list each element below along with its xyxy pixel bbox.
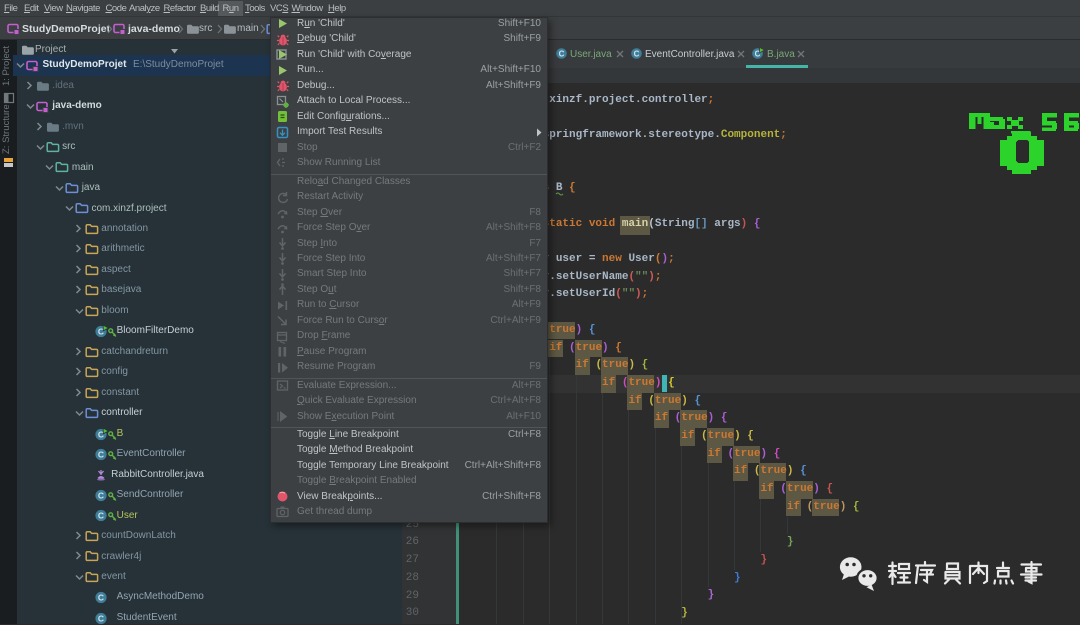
svg-text:C: C (98, 613, 104, 623)
svg-text:C: C (98, 450, 104, 460)
svg-text:C: C (634, 49, 640, 58)
svg-text:C: C (98, 511, 104, 521)
svg-text:C: C (98, 593, 104, 603)
svg-text:C: C (98, 491, 104, 501)
svg-text:C: C (559, 49, 565, 58)
